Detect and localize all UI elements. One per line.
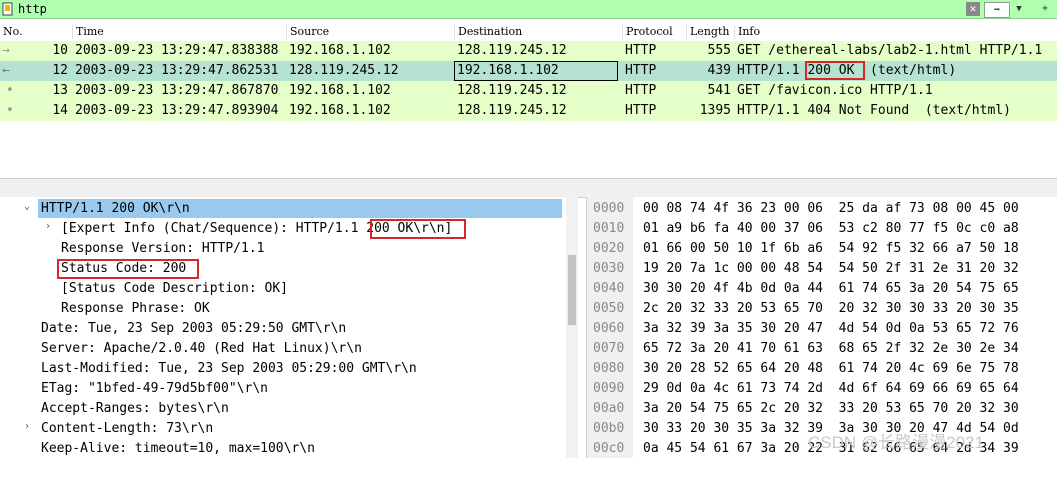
col-length[interactable]: Length (686, 25, 729, 39)
col-info[interactable]: Info (734, 25, 760, 39)
byte-offset: 0090 (593, 381, 625, 396)
packet-list-header: No. Time Source Destination Protocol Len… (0, 21, 1057, 42)
display-filter-bar: ✕ ➡ ▼ + (0, 0, 1057, 19)
byte-hex[interactable]: 00 08 74 4f 36 23 00 06 25 da af 73 08 0… (643, 201, 1019, 216)
byte-hex[interactable]: 29 0d 0a 4c 61 73 74 2d 4d 6f 64 69 66 6… (643, 381, 1019, 396)
add-filter-icon[interactable]: + (1038, 2, 1052, 16)
packet-row[interactable]: • 14 2003-09-23 13:29:47.893904 192.168.… (0, 101, 1057, 121)
byte-hex[interactable]: 30 30 20 4f 4b 0d 0a 44 61 74 65 3a 20 5… (643, 281, 1019, 296)
byte-hex[interactable]: 2c 20 32 33 20 53 65 70 20 32 30 30 33 2… (643, 301, 1019, 316)
byte-hex[interactable]: 01 66 00 50 10 1f 6b a6 54 92 f5 32 66 a… (643, 241, 1019, 256)
packet-info: GET /favicon.ico HTTP/1.1 (737, 83, 933, 98)
col-time[interactable]: Time (72, 25, 104, 39)
packet-length: 541 (707, 83, 731, 98)
packet-source: 128.119.245.12 (289, 63, 399, 78)
byte-offset: 0080 (593, 361, 625, 376)
byte-offset: 0060 (593, 321, 625, 336)
bookmark-icon[interactable] (2, 2, 14, 16)
packet-no: 14 (52, 103, 68, 118)
related-arrow-icon: → (2, 43, 10, 58)
highlight-box (805, 61, 865, 80)
packet-source: 192.168.1.102 (289, 103, 391, 118)
packet-row[interactable]: → 10 2003-09-23 13:29:47.838388 192.168.… (0, 41, 1057, 61)
chevron-down-icon[interactable]: ▼ (1012, 2, 1026, 16)
packet-no: 12 (52, 63, 68, 78)
packet-destination: 128.119.245.12 (457, 43, 567, 58)
detail-row-selected[interactable]: ⌄ HTTP/1.1 200 OK\r\n (0, 199, 190, 219)
packet-time: 2003-09-23 13:29:47.838388 (75, 43, 279, 58)
packet-source: 192.168.1.102 (289, 83, 391, 98)
detail-row[interactable]: Date: Tue, 23 Sep 2003 05:29:50 GMT\r\n (0, 319, 346, 339)
byte-hex[interactable]: 30 20 28 52 65 64 20 48 61 74 20 4c 69 6… (643, 361, 1019, 376)
col-protocol[interactable]: Protocol (622, 25, 673, 39)
packet-details-pane: ⌄ HTTP/1.1 200 OK\r\n › [Expert Info (Ch… (0, 197, 578, 458)
packet-source: 192.168.1.102 (289, 43, 391, 58)
packet-time: 2003-09-23 13:29:47.862531 (75, 63, 279, 78)
byte-offset: 0020 (593, 241, 625, 256)
packet-time: 2003-09-23 13:29:47.893904 (75, 103, 279, 118)
detail-row[interactable]: ETag: "1bfed-49-79d5bf00"\r\n (0, 379, 268, 399)
packet-no: 10 (52, 43, 68, 58)
detail-row[interactable]: [Status Code Description: OK] (0, 279, 288, 299)
related-arrow-icon: ← (2, 63, 10, 78)
byte-hex[interactable]: 19 20 7a 1c 00 00 48 54 54 50 2f 31 2e 3… (643, 261, 1019, 276)
detail-row[interactable]: Status Code: 200 (0, 259, 186, 279)
packet-length: 1395 (699, 103, 731, 118)
packet-info: GET /ethereal-labs/lab2-1.html HTTP/1.1 (737, 43, 1043, 58)
detail-row[interactable]: Server: Apache/2.0.40 (Red Hat Linux)\r\… (0, 339, 362, 359)
highlight-box (57, 259, 199, 279)
packet-no: 13 (52, 83, 68, 98)
byte-offset: 00b0 (593, 421, 625, 436)
chevron-right-icon[interactable]: › (24, 421, 30, 432)
apply-filter-icon[interactable]: ➡ (984, 2, 1010, 18)
col-no[interactable]: No. (0, 25, 23, 39)
packet-destination: 192.168.1.102 (457, 63, 559, 78)
byte-hex[interactable]: 3a 32 39 3a 35 30 20 47 4d 54 0d 0a 53 6… (643, 321, 1019, 336)
chevron-down-icon[interactable]: ⌄ (24, 201, 30, 212)
packet-protocol: HTTP (625, 43, 657, 58)
byte-offset: 0000 (593, 201, 625, 216)
detail-row[interactable]: Accept-Ranges: bytes\r\n (0, 399, 229, 419)
packet-row[interactable]: • 13 2003-09-23 13:29:47.867870 192.168.… (0, 81, 1057, 101)
packet-info: HTTP/1.1 404 Not Found (text/html) (737, 103, 1011, 118)
packet-destination: 128.119.245.12 (457, 103, 567, 118)
detail-row[interactable]: › Content-Length: 73\r\n (0, 419, 213, 439)
col-destination[interactable]: Destination (454, 25, 522, 39)
detail-row[interactable]: Last-Modified: Tue, 23 Sep 2003 05:29:00… (0, 359, 417, 379)
byte-offset: 00c0 (593, 441, 625, 456)
byte-offset: 00a0 (593, 401, 625, 416)
detail-row[interactable]: › [Expert Info (Chat/Sequence): HTTP/1.1… (0, 219, 452, 239)
detail-row[interactable]: Response Version: HTTP/1.1 (0, 239, 265, 259)
packet-row-selected[interactable]: ← 12 2003-09-23 13:29:47.862531 128.119.… (0, 61, 1057, 81)
display-filter-input[interactable] (18, 1, 958, 17)
packet-time: 2003-09-23 13:29:47.867870 (75, 83, 279, 98)
packet-length: 555 (707, 43, 731, 58)
details-scrollbar[interactable] (566, 197, 578, 458)
packet-destination: 128.119.245.12 (457, 83, 567, 98)
byte-offset: 0050 (593, 301, 625, 316)
detail-row[interactable]: Keep-Alive: timeout=10, max=100\r\n (0, 439, 315, 459)
highlight-box (370, 219, 466, 239)
chevron-right-icon[interactable]: › (45, 221, 51, 232)
scrollbar-thumb[interactable] (568, 255, 576, 325)
detail-row[interactable]: Response Phrase: OK (0, 299, 210, 319)
packet-bytes-pane: 0000 00 08 74 4f 36 23 00 06 25 da af 73… (586, 197, 1057, 458)
watermark: CSDN @长路漫漫2021 (808, 433, 984, 452)
byte-hex[interactable]: 65 72 3a 20 41 70 61 63 68 65 2f 32 2e 3… (643, 341, 1019, 356)
byte-hex[interactable]: 01 a9 b6 fa 40 00 37 06 53 c2 80 77 f5 0… (643, 221, 1019, 236)
byte-offset: 0010 (593, 221, 625, 236)
byte-hex[interactable]: 3a 20 54 75 65 2c 20 32 33 20 53 65 70 2… (643, 401, 1019, 416)
col-source[interactable]: Source (286, 25, 329, 39)
packet-protocol: HTTP (625, 83, 657, 98)
byte-offset: 0040 (593, 281, 625, 296)
packet-length: 439 (707, 63, 731, 78)
byte-offset: 0070 (593, 341, 625, 356)
clear-filter-icon[interactable]: ✕ (966, 2, 980, 16)
byte-offset: 0030 (593, 261, 625, 276)
pane-splitter[interactable] (0, 178, 1057, 198)
packet-protocol: HTTP (625, 63, 657, 78)
packet-protocol: HTTP (625, 103, 657, 118)
